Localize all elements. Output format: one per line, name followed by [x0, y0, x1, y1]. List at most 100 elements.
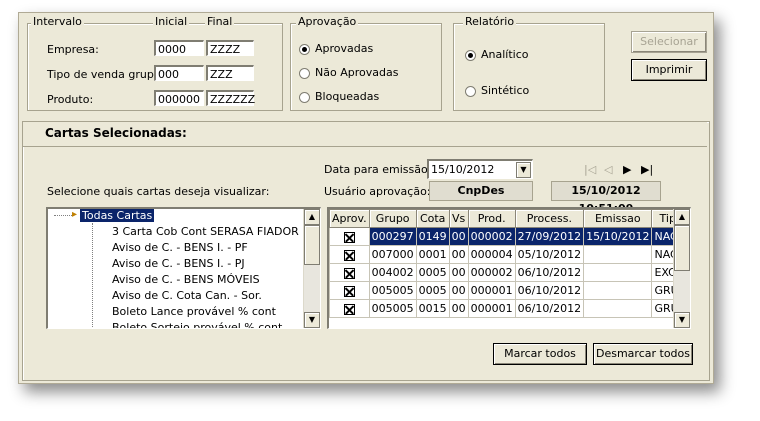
col-emissao[interactable]: Emissao [583, 209, 653, 228]
cell-emissao [583, 263, 653, 282]
selecionar-button[interactable]: Selecionar [631, 31, 707, 53]
empresa-label: Empresa: [47, 43, 99, 56]
tree-item[interactable]: Boleto Sorteio provável % cont [112, 321, 282, 328]
usuario-label: Usuário aprovação: [324, 185, 431, 198]
analitico-label[interactable]: Analítico [481, 48, 529, 61]
analitico-radio[interactable] [465, 50, 476, 61]
grid-scrollbar[interactable]: ▲ ▼ [673, 209, 690, 328]
table-row[interactable]: 004002 0005 00 000002 06/10/2012 EXCLUSI… [329, 263, 690, 282]
tree-root-item[interactable]: Todas Cartas [80, 209, 155, 222]
aprovacao-legend: Aprovação [296, 15, 359, 28]
table-row[interactable]: 005005 0015 00 000001 06/10/2012 GRUPO C… [329, 299, 690, 318]
next-record-icon[interactable]: ▶ [623, 163, 631, 176]
table-row[interactable]: 000297 0149 00 000002 27/09/2012 15/10/2… [329, 227, 690, 246]
desmarcar-todos-button[interactable]: Desmarcar todos [593, 343, 693, 365]
tree-line [92, 223, 93, 328]
cell-vs: 00 [448, 299, 469, 318]
cell-prod: 000004 [467, 245, 516, 264]
section-title: Cartas Selecionadas: [45, 126, 187, 140]
table-row[interactable]: 007000 0001 00 000004 05/10/2012 NACIONA… [329, 245, 690, 264]
data-emissao-label: Data para emissão: [324, 163, 432, 176]
cell-vs: 00 [448, 263, 469, 282]
data-emissao-value: 15/10/2012 [431, 163, 495, 176]
cartas-tree[interactable]: ▸ Todas Cartas 3 Carta Cob Cont SERASA F… [46, 207, 321, 329]
empresa-inicial-field[interactable]: 0000 [154, 40, 204, 56]
scroll-up-icon[interactable]: ▲ [304, 209, 320, 225]
usuario-value: CnpDes [429, 181, 533, 201]
aprovadas-radio[interactable] [299, 44, 310, 55]
cell-vs: 00 [448, 281, 469, 300]
cell-cota: 0001 [415, 245, 450, 264]
aprov-checkbox[interactable] [343, 249, 355, 261]
aprov-checkbox[interactable] [343, 285, 355, 297]
date-dropdown-button[interactable]: ▼ [516, 162, 531, 178]
cell-process: 27/09/2012 [514, 227, 585, 246]
cell-prod: 000001 [467, 299, 516, 318]
bloqueadas-radio[interactable] [299, 92, 310, 103]
cartas-table: Aprov. Grupo Cota Vs Prod. Process. Emis… [329, 209, 690, 318]
tipo-venda-label: Tipo de venda grupo: [47, 68, 165, 81]
col-cota[interactable]: Cota [415, 209, 450, 228]
sintetico-label[interactable]: Sintético [481, 84, 529, 97]
produto-final-field[interactable]: ZZZZZZ [206, 90, 255, 106]
tree-item[interactable]: Aviso de C. - BENS MÓVEIS [112, 273, 260, 286]
empresa-final-field[interactable]: ZZZZ [206, 40, 254, 56]
col-process[interactable]: Process. [514, 209, 585, 228]
tree-item[interactable]: Aviso de C. Cota Can. - Sor. [112, 289, 262, 302]
tree-scrollbar[interactable]: ▲ ▼ [303, 209, 320, 328]
cartas-grid[interactable]: Aprov. Grupo Cota Vs Prod. Process. Emis… [327, 207, 691, 329]
first-record-icon[interactable]: |◁ [584, 163, 596, 176]
col-aprov[interactable]: Aprov. [329, 209, 370, 228]
cell-grupo: 005005 [368, 299, 417, 318]
cell-process: 06/10/2012 [514, 299, 585, 318]
cell-cota: 0005 [415, 263, 450, 282]
cell-vs: 00 [448, 227, 469, 246]
report-window: Intervalo Inicial Final Empresa: 0000 ZZ… [18, 12, 714, 384]
table-header-row: Aprov. Grupo Cota Vs Prod. Process. Emis… [329, 209, 690, 228]
col-grupo[interactable]: Grupo [368, 209, 417, 228]
final-label: Final [205, 15, 235, 28]
tree-item[interactable]: Aviso de C. - BENS I. - PF [112, 241, 248, 254]
nao-aprovadas-label[interactable]: Não Aprovadas [315, 66, 398, 79]
marcar-todos-button[interactable]: Marcar todos [493, 343, 587, 365]
cell-prod: 000002 [467, 227, 516, 246]
cell-grupo: 005005 [368, 281, 417, 300]
scroll-thumb[interactable] [304, 225, 320, 265]
cell-process: 06/10/2012 [514, 281, 585, 300]
cell-grupo: 007000 [368, 245, 417, 264]
tree-root-connector [54, 215, 72, 216]
tipo-venda-inicial-field[interactable]: 000 [154, 65, 204, 81]
produto-inicial-field[interactable]: 000000 [154, 90, 204, 106]
last-record-icon[interactable]: ▶| [641, 163, 653, 176]
table-row[interactable]: 005005 0005 00 000001 06/10/2012 GRUPO C… [329, 281, 690, 300]
prev-record-icon[interactable]: ◁ [604, 163, 612, 176]
col-prod[interactable]: Prod. [467, 209, 516, 228]
aprov-checkbox[interactable] [343, 303, 355, 315]
aprovadas-label[interactable]: Aprovadas [315, 42, 373, 55]
cell-grupo: 000297 [368, 227, 417, 246]
imprimir-button[interactable]: Imprimir [631, 59, 707, 81]
col-vs[interactable]: Vs [448, 209, 469, 228]
tree-item[interactable]: Boleto Lance provável % cont [112, 305, 276, 318]
cell-emissao [583, 245, 653, 264]
tree-item[interactable]: Aviso de C. - BENS I. - PJ [112, 257, 245, 270]
relatorio-legend: Relatório [463, 15, 517, 28]
scroll-thumb[interactable] [674, 225, 690, 271]
tree-prompt: Selecione quais cartas deseja visualizar… [47, 185, 270, 198]
cell-vs: 00 [448, 245, 469, 264]
nao-aprovadas-radio[interactable] [299, 68, 310, 79]
scroll-down-icon[interactable]: ▼ [304, 312, 320, 328]
cell-emissao [583, 281, 653, 300]
bloqueadas-label[interactable]: Bloqueadas [315, 90, 379, 103]
tipo-venda-final-field[interactable]: ZZZ [206, 65, 254, 81]
scroll-up-icon[interactable]: ▲ [674, 209, 690, 225]
aprov-checkbox[interactable] [343, 231, 355, 243]
cell-prod: 000002 [467, 263, 516, 282]
data-emissao-field[interactable]: 15/10/2012 ▼ [427, 159, 533, 179]
aprov-checkbox[interactable] [343, 267, 355, 279]
inicial-label: Inicial [153, 15, 190, 28]
scroll-down-icon[interactable]: ▼ [674, 312, 690, 328]
sintetico-radio[interactable] [465, 86, 476, 97]
cell-cota: 0149 [415, 227, 450, 246]
tree-item[interactable]: 3 Carta Cob Cont SERASA FIADOR [112, 225, 299, 238]
